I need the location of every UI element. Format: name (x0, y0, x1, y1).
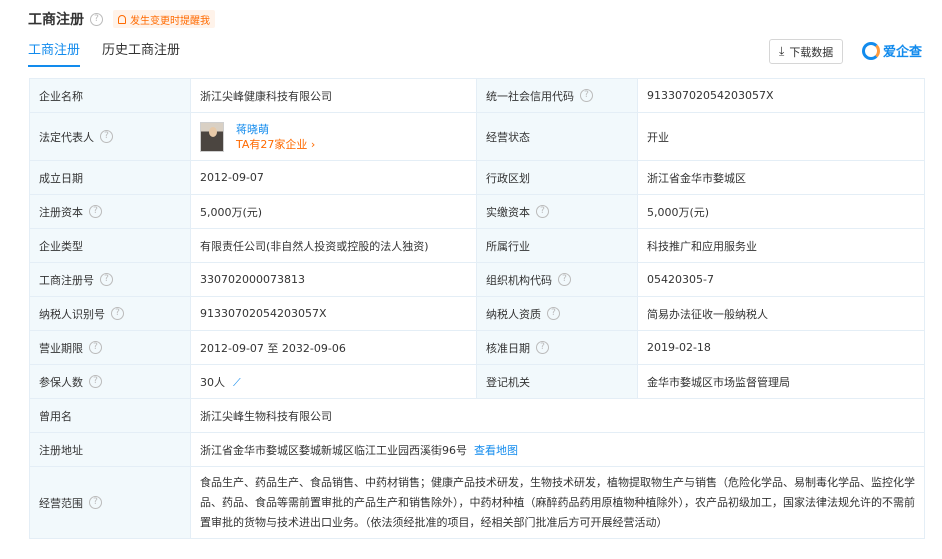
paid-capital-value: 5,000万(元) (637, 194, 925, 229)
reg-no-value: 330702000073813 (190, 262, 477, 297)
paid-capital-label: 实缴资本 (486, 205, 530, 219)
address-label: 注册地址 (29, 432, 191, 467)
table-row: 成立日期 2012-09-07 行政区划 浙江省金华市婺城区 (29, 160, 925, 195)
question-icon[interactable]: ? (89, 205, 102, 218)
company-type-value: 有限责任公司(非自然人投资或控股的法人独资) (190, 228, 477, 263)
change-remind-label: 发生变更时提醒我 (130, 15, 210, 27)
table-row: 注册资本? 5,000万(元) 实缴资本? 5,000万(元) (29, 194, 925, 229)
registration-table: 企业名称 浙江尖峰健康科技有限公司 统一社会信用代码? 913307020542… (29, 78, 925, 539)
industry-value: 科技推广和应用服务业 (637, 228, 925, 263)
table-row: 参保人数? 30人 ⟋ 登记机关 金华市婺城区市场监督管理局 (29, 364, 925, 399)
authority-value: 金华市婺城区市场监督管理局 (637, 364, 925, 399)
question-icon[interactable]: ? (111, 307, 124, 320)
tax-qual-value: 简易办法征收一般纳税人 (637, 296, 925, 331)
download-data-button[interactable]: ⤓ 下载数据 (769, 39, 844, 64)
tab-business-registration[interactable]: 工商注册 (28, 38, 81, 67)
tax-qual-label: 纳税人资质 (486, 307, 541, 321)
bell-icon (118, 14, 126, 24)
table-row: 营业期限? 2012-09-07 至 2032-09-06 核准日期? 2019… (29, 330, 925, 365)
industry-label: 所属行业 (476, 228, 638, 263)
region-value: 浙江省金华市婺城区 (637, 160, 925, 195)
approve-date-label: 核准日期 (486, 341, 530, 355)
question-icon[interactable]: ? (558, 273, 571, 286)
org-code-label: 组织机构代码 (486, 273, 552, 287)
credit-code-label: 统一社会信用代码 (486, 89, 574, 103)
question-icon[interactable]: ? (89, 496, 102, 509)
question-icon[interactable]: ? (536, 205, 549, 218)
insured-label: 参保人数 (39, 375, 83, 389)
question-icon[interactable]: ? (90, 12, 103, 26)
legal-rep-label: 法定代表人 (39, 130, 94, 144)
term-label: 营业期限 (39, 341, 83, 355)
term-value: 2012-09-07 至 2032-09-06 (190, 330, 477, 365)
avatar[interactable] (200, 121, 224, 152)
table-row: 注册地址 浙江省金华市婺城区婺城新城区临江工业园西溪街96号 查看地图 (29, 432, 925, 467)
question-icon[interactable]: ? (100, 130, 113, 143)
table-row: 纳税人识别号? 91330702054203057X 纳税人资质? 简易办法征收… (29, 296, 925, 331)
table-row: 工商注册号? 330702000073813 组织机构代码? 05420305-… (29, 262, 925, 297)
former-name-value: 浙江尖峰生物科技有限公司 (190, 398, 925, 433)
found-date-label: 成立日期 (29, 160, 191, 195)
address-value: 浙江省金华市婺城区婺城新城区临江工业园西溪街96号 (200, 443, 467, 457)
scope-label: 经营范围 (39, 496, 83, 510)
change-remind-button[interactable]: 发生变更时提醒我 (113, 10, 215, 28)
question-icon[interactable]: ? (89, 375, 102, 388)
reg-capital-value: 5,000万(元) (190, 194, 477, 229)
found-date-value: 2012-09-07 (190, 160, 477, 195)
table-row: 企业名称 浙江尖峰健康科技有限公司 统一社会信用代码? 913307020542… (29, 78, 925, 113)
download-icon: ⤓ (779, 44, 785, 58)
view-map-link[interactable]: 查看地图 (474, 444, 518, 457)
aiqicha-logo: 爱企查 (862, 41, 922, 60)
tax-id-value: 91330702054203057X (190, 296, 477, 331)
section-header: 工商注册 ? 发生变更时提醒我 (28, 8, 215, 30)
status-label: 经营状态 (476, 112, 638, 161)
page-title: 工商注册 (28, 12, 84, 28)
table-row: 经营范围? 食品生产、药品生产、食品销售、中药材销售；健康产品技术研发，生物技术… (29, 466, 925, 539)
reg-capital-label: 注册资本 (39, 205, 83, 219)
table-row: 企业类型 有限责任公司(非自然人投资或控股的法人独资) 所属行业 科技推广和应用… (29, 228, 925, 263)
company-name-value: 浙江尖峰健康科技有限公司 (190, 78, 477, 113)
question-icon[interactable]: ? (89, 341, 102, 354)
legal-rep-name[interactable]: 蒋晓萌 (236, 122, 315, 137)
question-icon[interactable]: ? (547, 307, 560, 320)
org-code-value: 05420305-7 (637, 262, 925, 297)
logo-icon (862, 41, 880, 60)
scope-value: 食品生产、药品生产、食品销售、中药材销售；健康产品技术研发，生物技术研发，植物提… (190, 466, 925, 539)
approve-date-value: 2019-02-18 (637, 330, 925, 365)
table-row: 法定代表人? 蒋晓萌 TA有27家企业 › 经营状态 开业 (29, 112, 925, 161)
table-row: 曾用名 浙江尖峰生物科技有限公司 (29, 398, 925, 433)
trend-chart-icon[interactable]: ⟋ (233, 376, 241, 389)
legal-rep-companies-link[interactable]: TA有27家企业 › (236, 137, 315, 152)
company-name-label: 企业名称 (29, 78, 191, 113)
tab-history-registration[interactable]: 历史工商注册 (102, 38, 180, 64)
question-icon[interactable]: ? (580, 89, 593, 102)
download-label: 下载数据 (789, 45, 834, 59)
credit-code-value: 91330702054203057X (637, 78, 925, 113)
tax-id-label: 纳税人识别号 (39, 307, 105, 321)
question-icon[interactable]: ? (100, 273, 113, 286)
logo-text: 爱企查 (883, 45, 923, 60)
authority-label: 登记机关 (476, 364, 638, 399)
former-name-label: 曾用名 (29, 398, 191, 433)
region-label: 行政区划 (476, 160, 638, 195)
status-value: 开业 (637, 112, 925, 161)
question-icon[interactable]: ? (536, 341, 549, 354)
insured-value: 30人 (200, 375, 225, 389)
reg-no-label: 工商注册号 (39, 273, 94, 287)
company-type-label: 企业类型 (29, 228, 191, 263)
tab-bar: 工商注册 历史工商注册 (28, 38, 202, 67)
